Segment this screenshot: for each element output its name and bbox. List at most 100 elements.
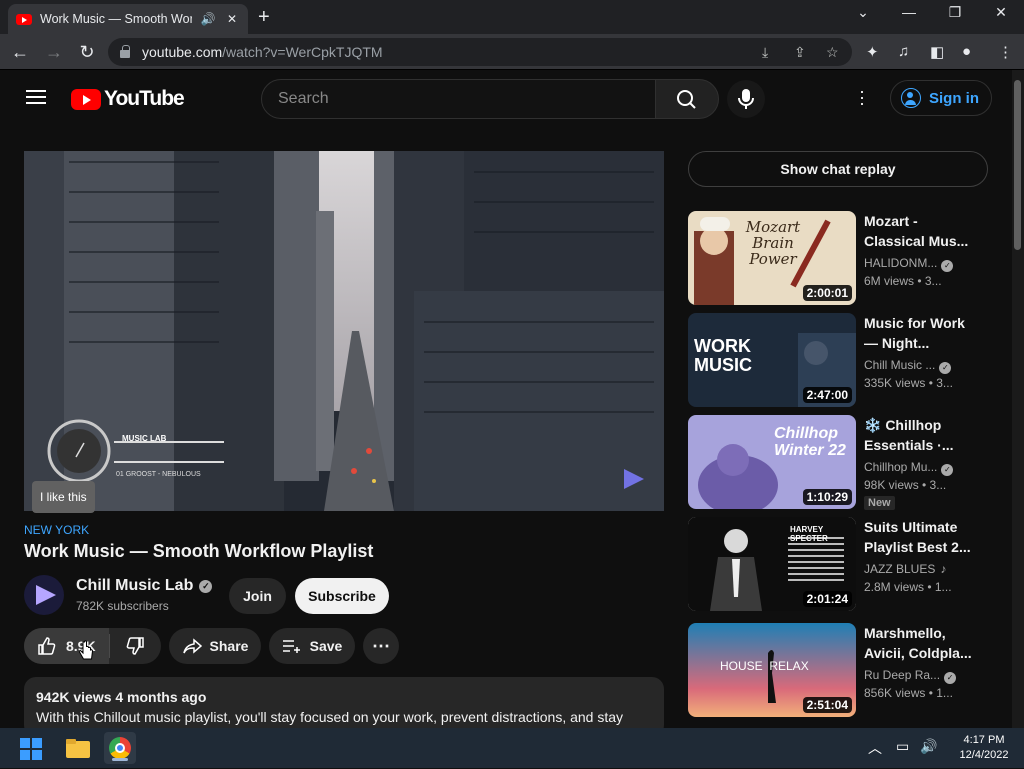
forward-button[interactable]: → (42, 40, 66, 64)
join-label: Join (243, 588, 272, 604)
channel-name[interactable]: Chill Music Lab (76, 577, 193, 594)
new-badge: New (864, 496, 895, 510)
share-icon (182, 638, 202, 654)
recommendation-title[interactable]: Mozart - Classical Mus... (864, 211, 972, 251)
youtube-favicon-icon (16, 13, 32, 25)
bookmark-star-icon[interactable]: ☆ (826, 44, 839, 61)
browser-tab[interactable]: Work Music — Smooth Workflow Playlist 🔊 … (8, 4, 248, 34)
speaker-icon[interactable]: 🔊 (200, 12, 216, 26)
recommendation-thumbnail[interactable]: HOUSE RELAX 2:51:04 (688, 623, 856, 717)
recommendation-title[interactable]: Marshmello, Avicii, Coldpla... (864, 623, 972, 663)
video-title: Work Music — Smooth Workflow Playlist (24, 541, 374, 561)
show-chat-replay-button[interactable]: Show chat replay (688, 151, 988, 187)
more-actions-icon[interactable]: ⋯ (363, 628, 399, 664)
install-icon[interactable]: ⤓ (762, 44, 768, 61)
save-button[interactable]: Save (269, 628, 355, 664)
address-bar[interactable]: youtube.com/watch?v=WerCpkTJQTM ⤓ ⇪ ☆ (108, 38, 852, 66)
recommendation-thumbnail[interactable]: HARVEY SPECTER 2:01:24 (688, 517, 856, 611)
voice-search-button[interactable] (727, 80, 765, 118)
like-tooltip: I like this (32, 481, 95, 513)
hashtag-link[interactable]: NEW YORK (24, 523, 89, 537)
subscriber-count: 782K subscribers (76, 599, 169, 613)
join-button[interactable]: Join (229, 578, 286, 614)
music-note-icon: ♪ (940, 562, 947, 576)
thumbnail-text: Mozart Brain Power (745, 218, 801, 268)
network-icon[interactable]: ▭ (896, 738, 909, 755)
add-to-playlist-icon (282, 640, 300, 653)
url-domain: youtube.com (142, 44, 223, 60)
video-player[interactable]: MUSIC LAB 01 GROOST - NEBULOUS (24, 151, 664, 511)
dislike-button[interactable] (110, 628, 161, 664)
settings-kebab-icon[interactable]: · · · (852, 82, 872, 112)
share-button[interactable]: Share (169, 628, 261, 664)
scrollbar-thumb[interactable] (1014, 80, 1021, 250)
back-button[interactable]: ← (8, 40, 32, 64)
browser-menu-icon[interactable]: ⋮ (998, 43, 1013, 61)
recommendation-channel-row: Chill Music ... ✓ (864, 358, 972, 374)
recommendation-item[interactable]: Chillhop Winter 22 1:10:29 ❄️ Chillhop E… (688, 415, 1008, 510)
duration-badge: 2:47:00 (802, 387, 852, 403)
recommendation-views: 6M views • 3... (864, 274, 942, 288)
recommendation-item[interactable]: HOUSE RELAX 2:51:04 Marshmello, Avicii, … (688, 623, 1008, 717)
youtube-header: YouTube ··· Sign in (0, 70, 1012, 126)
windows-start-icon[interactable] (20, 738, 42, 760)
new-tab-button[interactable]: + (258, 6, 270, 29)
clock-date: 12/4/2022 (959, 749, 1009, 761)
minimize-button[interactable]: — (897, 4, 921, 20)
verified-icon: ✓ (941, 260, 954, 272)
menu-icon[interactable] (26, 90, 46, 104)
thumbnail-text: Chillhop Winter 22 (774, 425, 846, 459)
restore-button[interactable]: ❐ (943, 4, 967, 21)
recommendation-title[interactable]: Music for Work — Night... (864, 313, 972, 353)
page-scrollbar[interactable] (1012, 70, 1024, 728)
search-box[interactable] (261, 79, 657, 119)
recommendation-thumbnail[interactable]: WORK MUSIC 2:47:00 (688, 313, 856, 407)
sign-in-button[interactable]: Sign in (890, 80, 992, 116)
system-clock[interactable]: 4:17 PM 12/4/2022 (946, 733, 1022, 763)
clock-time: 4:17 PM (963, 734, 1005, 746)
youtube-logo-text[interactable]: YouTube (104, 87, 185, 111)
overlay-brand: MUSIC LAB (122, 434, 167, 443)
recommendation-item[interactable]: Mozart Brain Power 2:00:01 Mozart - Clas… (688, 211, 1008, 305)
share-page-icon[interactable]: ⇪ (794, 44, 806, 61)
hand-cursor-icon (78, 640, 94, 660)
channel-avatar[interactable] (24, 575, 64, 615)
recommendation-title[interactable]: ❄️ Chillhop Essentials ·... (864, 415, 972, 455)
sign-in-label: Sign in (929, 89, 979, 107)
close-window-button[interactable]: ✕ (989, 4, 1013, 21)
microphone-icon (738, 89, 754, 109)
tab-title: Work Music — Smooth Workflow Playlist (40, 12, 192, 26)
recommendation-channel: Ru Deep Ra... (864, 668, 941, 682)
duration-badge: 1:10:29 (802, 489, 852, 505)
thumbnail-text: WORK MUSIC (694, 336, 752, 375)
recommendation-channel: Chill Music ... (864, 358, 936, 372)
duration-badge: 2:51:04 (802, 697, 852, 713)
extensions-icon[interactable]: ✦ (866, 43, 879, 61)
reload-button[interactable]: ↻ (75, 40, 99, 64)
recommendation-item[interactable]: WORK MUSIC 2:47:00 Music for Work — Nigh… (688, 313, 1008, 407)
like-button[interactable]: 8.9K (24, 628, 109, 664)
recommendation-title[interactable]: Suits Ultimate Playlist Best 2... (864, 517, 972, 557)
channel-name-row[interactable]: Chill Music Lab ✓ (76, 577, 213, 595)
tab-search-icon[interactable]: ⌄ (851, 4, 875, 21)
subscribe-button[interactable]: Subscribe (295, 578, 389, 614)
browser-tab-bar: Work Music — Smooth Workflow Playlist 🔊 … (0, 0, 1024, 34)
side-panel-icon[interactable]: ◧ (930, 43, 944, 61)
search-button[interactable] (655, 79, 719, 119)
profile-icon[interactable]: ● (962, 43, 971, 60)
thumbs-down-icon (126, 637, 144, 655)
close-tab-icon[interactable]: ✕ (224, 12, 240, 26)
duration-badge: 2:01:24 (802, 591, 852, 607)
youtube-logo-icon[interactable] (71, 89, 101, 110)
thumbnail-text: HOUSE RELAX (720, 659, 809, 673)
view-count-date: 942K views 4 months ago (36, 689, 207, 705)
recommendation-thumbnail[interactable]: Mozart Brain Power 2:00:01 (688, 211, 856, 305)
recommendation-thumbnail[interactable]: Chillhop Winter 22 1:10:29 (688, 415, 856, 509)
recommendation-channel-row: JAZZ BLUES ♪ (864, 562, 972, 576)
search-input[interactable] (278, 80, 656, 118)
volume-icon[interactable]: 🔊 (920, 738, 937, 755)
file-explorer-icon[interactable] (62, 732, 94, 764)
media-control-icon[interactable]: ♫ (898, 43, 909, 60)
recommendation-item[interactable]: HARVEY SPECTER 2:01:24 Suits Ultimate Pl… (688, 517, 1008, 611)
tray-chevron-icon[interactable]: ︿ (868, 738, 882, 758)
